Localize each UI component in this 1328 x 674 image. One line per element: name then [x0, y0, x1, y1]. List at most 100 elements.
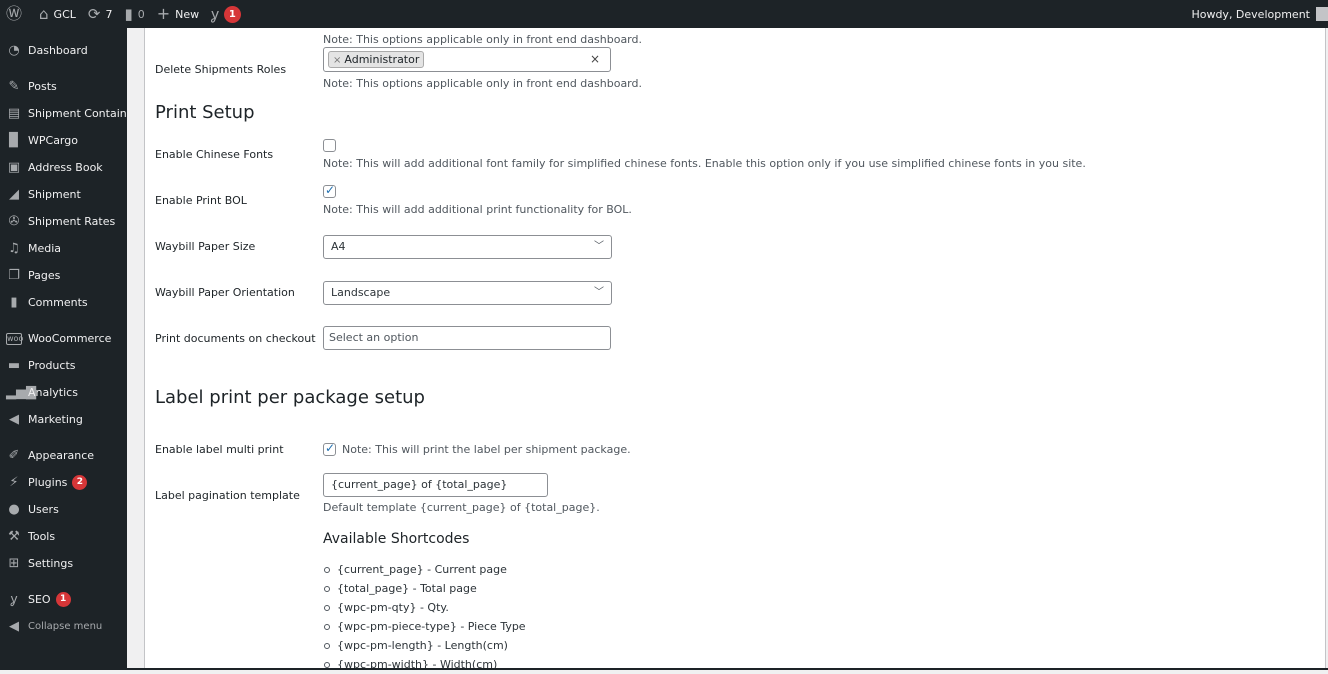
sidebar-item-shipment-rates[interactable]: ✇ Shipment Rates: [0, 208, 127, 235]
megaphone-icon: ◀: [9, 411, 19, 427]
collapse-arrow-icon: ◀: [9, 618, 19, 634]
sidebar-item-label: Comments: [28, 296, 88, 309]
new-content-link[interactable]: + New: [151, 0, 205, 28]
print-on-checkout-placeholder: Select an option: [329, 331, 419, 344]
yoast-icon: ỿ: [211, 4, 219, 23]
sidebar-item-label: Marketing: [28, 413, 83, 426]
selected-role-label: Administrator: [344, 53, 420, 66]
print-bol-label: Enable Print BOL: [155, 194, 247, 207]
top-note: Note: This options applicable only in fr…: [323, 33, 642, 46]
home-icon: ⌂: [39, 4, 49, 23]
delete-roles-note: Note: This options applicable only in fr…: [323, 77, 642, 90]
pagination-template-label: Label pagination template: [155, 489, 300, 502]
archive-icon: ▬: [7, 357, 21, 373]
dashboard-icon: ◔: [8, 42, 20, 58]
available-shortcodes-heading: Available Shortcodes: [323, 531, 470, 547]
print-bol-note: Note: This will add additional print fun…: [323, 203, 632, 216]
chevron-down-icon: ﹀: [594, 287, 604, 298]
sidebar-item-label: Tools: [28, 530, 56, 543]
plus-icon: +: [156, 4, 171, 23]
list-item: {wpc-pm-qty} - Qty.: [323, 598, 526, 617]
sidebar-item-label: Plugins: [28, 476, 68, 489]
comments-link[interactable]: ▮ 0: [118, 0, 150, 28]
sidebar-item-users[interactable]: ● Users: [0, 496, 127, 523]
selected-role-tag[interactable]: × Administrator: [328, 51, 425, 68]
sidebar-item-posts[interactable]: ✎ Posts: [0, 73, 127, 100]
list-item: {current_page} - Current page: [323, 560, 526, 579]
comments-count: 0: [137, 7, 145, 21]
container-icon: ▤: [7, 105, 21, 121]
sidebar-item-label: Shipment Rates: [28, 215, 116, 228]
rates-icon: ✇: [8, 213, 20, 229]
clear-selection-icon[interactable]: ×: [590, 52, 600, 66]
print-setup-heading: Print Setup: [155, 102, 255, 123]
remove-tag-icon[interactable]: ×: [333, 55, 341, 66]
list-item: {wpc-pm-piece-type} - Piece Type: [323, 617, 526, 636]
wordpress-logo-menu[interactable]: Ⓦ: [0, 0, 33, 28]
seo-adminbar-link[interactable]: ỿ 1: [205, 0, 247, 28]
seo-notification-badge: 1: [223, 5, 241, 23]
plugins-update-badge: 2: [72, 475, 88, 490]
sidebar-item-wpcargo[interactable]: ▉ WPCargo: [0, 127, 127, 154]
sidebar-item-label: Dashboard: [28, 44, 88, 57]
pagination-template-note: Default template {current_page} of {tota…: [323, 501, 600, 514]
sidebar-item-dashboard[interactable]: ◔ Dashboard: [0, 37, 127, 64]
my-account-link[interactable]: Howdy, Development: [1185, 0, 1328, 28]
chinese-fonts-note: Note: This will add additional font fami…: [323, 157, 1086, 170]
chinese-fonts-checkbox[interactable]: [323, 139, 336, 152]
sidebar-item-pages[interactable]: ❐ Pages: [0, 262, 127, 289]
sidebar-item-shipment[interactable]: ◢ Shipment: [0, 181, 127, 208]
sidebar-item-label: Settings: [28, 557, 74, 570]
sidebar-item-label: Pages: [28, 269, 61, 282]
delete-roles-label: Delete Shipments Roles: [155, 63, 287, 76]
seo-notification-badge: 1: [55, 592, 71, 607]
site-name: GCL: [53, 7, 76, 21]
paper-orientation-select[interactable]: Landscape ﹀: [323, 281, 612, 305]
paper-size-select[interactable]: A4 ﹀: [323, 235, 612, 259]
sidebar-item-marketing[interactable]: ◀ Marketing: [0, 406, 127, 433]
sidebar-item-seo[interactable]: ỿ SEO 1: [0, 586, 127, 613]
print-on-checkout-label: Print documents on checkout: [155, 332, 316, 345]
address-book-icon: ▣: [7, 159, 21, 175]
paper-size-value: A4: [331, 240, 346, 253]
settings-content: Note: This options applicable only in fr…: [145, 28, 1325, 671]
updates-link[interactable]: ⟳ 7: [82, 0, 119, 28]
site-name-link[interactable]: ⌂ GCL: [33, 0, 82, 28]
sidebar-item-media[interactable]: ♫ Media: [0, 235, 127, 262]
wrench-icon: ⚒: [8, 528, 20, 544]
checkmark-icon: ✓: [325, 441, 336, 455]
multi-print-checkbox[interactable]: ✓: [323, 441, 336, 456]
user-icon: ●: [8, 501, 20, 517]
chevron-down-icon: ﹀: [594, 241, 604, 252]
sidebar-item-plugins[interactable]: ⚡ Plugins 2: [0, 469, 127, 496]
print-bol-checkbox[interactable]: ✓: [323, 183, 336, 198]
updates-count: 7: [105, 7, 113, 21]
content-gutter: [127, 28, 145, 668]
pagination-template-input[interactable]: {current_page} of {total_page}: [323, 473, 548, 497]
sidebar-item-address-book[interactable]: ▣ Address Book: [0, 154, 127, 181]
sidebar-item-comments[interactable]: ▮ Comments: [0, 289, 127, 316]
sidebar-item-analytics[interactable]: ▂▅▇ Analytics: [0, 379, 127, 406]
media-icon: ♫: [8, 240, 20, 256]
paper-size-label: Waybill Paper Size: [155, 240, 256, 253]
collapse-menu-button[interactable]: ◀ Collapse menu: [0, 613, 127, 640]
pages-icon: ❐: [8, 267, 20, 283]
sidebar-item-label: Appearance: [28, 449, 95, 462]
sidebar-item-settings[interactable]: ⊞ Settings: [0, 550, 127, 577]
delete-roles-multiselect[interactable]: × Administrator ×: [323, 47, 611, 72]
settings-icon: ⊞: [8, 555, 20, 571]
list-item: {wpc-pm-width} - Width(cm): [323, 655, 526, 674]
pagination-template-value: {current_page} of {total_page}: [331, 478, 508, 491]
sidebar-item-shipment-container[interactable]: ▤ Shipment Container: [0, 100, 127, 127]
updates-icon: ⟳: [87, 4, 101, 23]
pin-icon: ✎: [8, 78, 20, 94]
list-item: {wpc-pm-length} - Length(cm): [323, 636, 526, 655]
chinese-fonts-label: Enable Chinese Fonts: [155, 148, 274, 161]
chart-bar-icon: ▂▅▇: [6, 384, 36, 400]
avatar: [1316, 7, 1328, 21]
sidebar-item-woocommerce[interactable]: woo WooCommerce: [0, 325, 127, 352]
sidebar-item-tools[interactable]: ⚒ Tools: [0, 523, 127, 550]
sidebar-item-appearance[interactable]: ✐ Appearance: [0, 442, 127, 469]
sidebar-item-products[interactable]: ▬ Products: [0, 352, 127, 379]
print-on-checkout-select[interactable]: Select an option: [323, 326, 611, 350]
